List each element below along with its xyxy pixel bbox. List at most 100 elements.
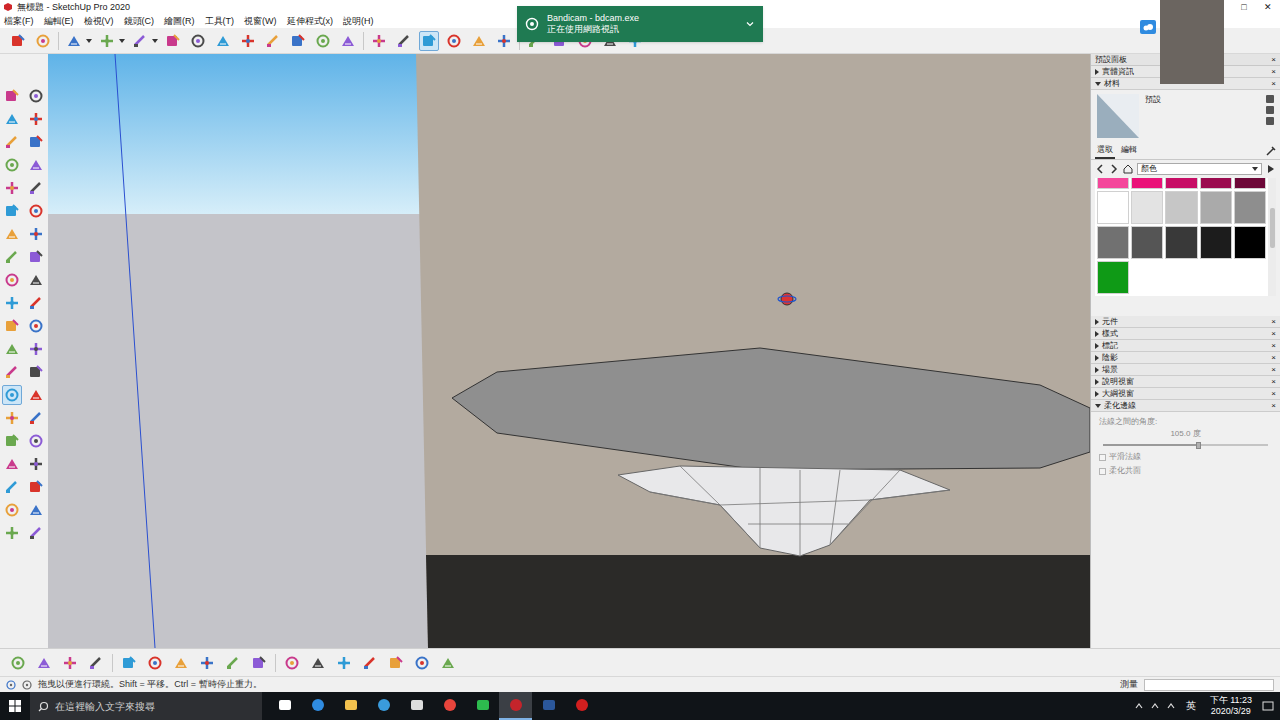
- tool-button[interactable]: [26, 247, 46, 267]
- tool-button[interactable]: [26, 385, 46, 405]
- tool-button[interactable]: [97, 31, 117, 51]
- expand-arrow-icon[interactable]: [1095, 367, 1099, 373]
- tool-button[interactable]: [8, 653, 28, 673]
- tool-button[interactable]: [2, 500, 22, 520]
- tool-button[interactable]: [2, 109, 22, 129]
- tool-button[interactable]: [119, 653, 139, 673]
- model-canvas[interactable]: [48, 54, 1090, 648]
- tool-button[interactable]: [263, 31, 283, 51]
- notification-center-icon[interactable]: [1262, 700, 1274, 712]
- cloud-sync-icon[interactable]: [1140, 20, 1156, 34]
- color-swatch[interactable]: [1165, 226, 1197, 259]
- collection-dropdown[interactable]: 顏色: [1137, 163, 1262, 175]
- tool-button[interactable]: [145, 653, 165, 673]
- tray-chevron-icon[interactable]: [1134, 701, 1144, 711]
- tray-section[interactable]: 柔化邊線×: [1091, 400, 1280, 412]
- close-button[interactable]: ×: [1271, 80, 1276, 88]
- tool-button[interactable]: [2, 201, 22, 221]
- tool-button[interactable]: [26, 201, 46, 221]
- tray-section[interactable]: 場景×: [1091, 364, 1280, 376]
- tool-button[interactable]: [2, 362, 22, 382]
- expand-arrow-icon[interactable]: [1095, 391, 1099, 397]
- viewport[interactable]: [48, 54, 1090, 648]
- tool-button[interactable]: [64, 31, 84, 51]
- menu-item[interactable]: 檢視(V): [84, 17, 114, 26]
- taskbar-app[interactable]: [433, 692, 466, 720]
- tool-button[interactable]: [438, 653, 458, 673]
- material-action-icon[interactable]: [1266, 95, 1274, 103]
- tool-button[interactable]: [249, 653, 269, 673]
- tool-button[interactable]: [394, 31, 414, 51]
- tool-button[interactable]: [2, 316, 22, 336]
- color-swatch[interactable]: [1131, 191, 1163, 224]
- tool-button[interactable]: [86, 653, 106, 673]
- expand-chevron-icon[interactable]: [745, 19, 755, 29]
- measure-input[interactable]: [1144, 679, 1274, 691]
- color-swatch[interactable]: [1200, 178, 1232, 189]
- menu-item[interactable]: 編輯(E): [44, 17, 74, 26]
- eyedropper-icon[interactable]: [1266, 146, 1276, 159]
- close-button[interactable]: ×: [1271, 354, 1276, 362]
- back-icon[interactable]: [1095, 164, 1105, 174]
- input-method[interactable]: 英: [1182, 701, 1200, 711]
- tool-button[interactable]: [26, 408, 46, 428]
- tool-button[interactable]: [2, 224, 22, 244]
- window-control[interactable]: ✕: [1256, 3, 1280, 12]
- menu-item[interactable]: 工具(T): [205, 17, 235, 26]
- dropdown-arrow-icon[interactable]: [86, 39, 92, 43]
- tool-button[interactable]: [26, 454, 46, 474]
- tool-button[interactable]: [2, 155, 22, 175]
- scrollbar[interactable]: [1268, 178, 1276, 296]
- color-swatch[interactable]: [1234, 178, 1266, 189]
- tool-button[interactable]: [26, 224, 46, 244]
- tool-button[interactable]: [360, 653, 380, 673]
- tool-button[interactable]: [2, 408, 22, 428]
- tool-button[interactable]: [313, 31, 333, 51]
- info-icon[interactable]: [6, 680, 16, 690]
- color-swatch[interactable]: [1165, 178, 1197, 189]
- tray-section[interactable]: 說明視窗×: [1091, 376, 1280, 388]
- expand-arrow-icon[interactable]: [1095, 331, 1099, 337]
- tool-button[interactable]: [26, 178, 46, 198]
- network-icon[interactable]: [1150, 701, 1160, 711]
- menu-item[interactable]: 說明(H): [343, 17, 374, 26]
- tool-button[interactable]: [334, 653, 354, 673]
- close-button[interactable]: ×: [1271, 342, 1276, 350]
- tool-button[interactable]: [26, 523, 46, 543]
- tool-button[interactable]: [26, 316, 46, 336]
- color-swatch[interactable]: [1200, 226, 1232, 259]
- color-swatch[interactable]: [1131, 226, 1163, 259]
- details-icon[interactable]: [1266, 164, 1276, 174]
- forward-icon[interactable]: [1109, 164, 1119, 174]
- tool-button[interactable]: [8, 31, 28, 51]
- tool-button[interactable]: [26, 293, 46, 313]
- tool-button[interactable]: [213, 31, 233, 51]
- tray-section[interactable]: 標記×: [1091, 340, 1280, 352]
- tool-button[interactable]: [412, 653, 432, 673]
- angle-slider[interactable]: [1103, 442, 1268, 448]
- taskbar-app[interactable]: [334, 692, 367, 720]
- tool-button[interactable]: [2, 523, 22, 543]
- close-button[interactable]: ×: [1271, 318, 1276, 326]
- tool-button[interactable]: [26, 109, 46, 129]
- tool-button[interactable]: [26, 132, 46, 152]
- tray-section[interactable]: 樣式×: [1091, 328, 1280, 340]
- search-box[interactable]: [30, 692, 262, 720]
- tool-button[interactable]: [419, 31, 439, 51]
- color-swatch[interactable]: [1097, 261, 1129, 294]
- expand-arrow-icon[interactable]: [1095, 343, 1099, 349]
- taskbar-app[interactable]: [532, 692, 565, 720]
- close-button[interactable]: ×: [1271, 402, 1276, 410]
- color-swatch[interactable]: [1234, 226, 1266, 259]
- tool-button[interactable]: [386, 653, 406, 673]
- material-tab[interactable]: 編輯: [1119, 146, 1139, 159]
- close-button[interactable]: ×: [1271, 390, 1276, 398]
- tool-button[interactable]: [163, 31, 183, 51]
- taskbar-app[interactable]: [367, 692, 400, 720]
- expand-arrow-icon[interactable]: [1095, 319, 1099, 325]
- dropdown-arrow-icon[interactable]: [152, 39, 158, 43]
- material-action-icon[interactable]: [1266, 106, 1274, 114]
- close-button[interactable]: ×: [1271, 378, 1276, 386]
- close-button[interactable]: ×: [1271, 68, 1276, 76]
- dropdown-arrow-icon[interactable]: [119, 39, 125, 43]
